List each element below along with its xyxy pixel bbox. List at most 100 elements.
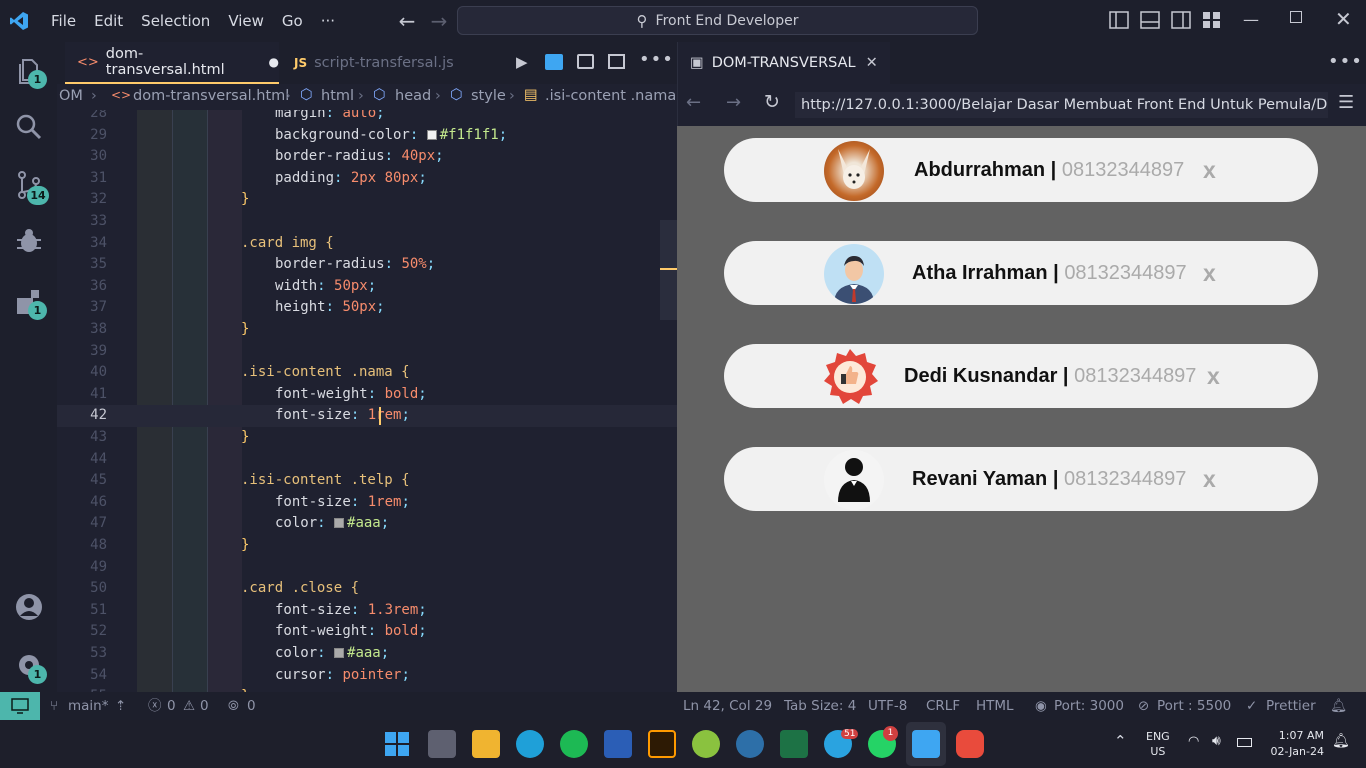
- tab-script-transfersal[interactable]: JS script-transfersal.js: [287, 42, 457, 84]
- more-actions-icon[interactable]: •••: [1328, 51, 1363, 72]
- code-line[interactable]: 43}: [57, 427, 677, 449]
- qgis-icon[interactable]: [692, 730, 720, 758]
- edge-icon[interactable]: [516, 730, 544, 758]
- forward-arrow-icon[interactable]: →: [423, 9, 455, 33]
- browser-back-icon[interactable]: ←: [686, 92, 701, 113]
- code-line[interactable]: 49: [57, 557, 677, 579]
- show-preview-icon[interactable]: [577, 54, 594, 69]
- file-explorer-icon[interactable]: [472, 730, 500, 758]
- close-tab-icon[interactable]: ✕: [866, 55, 878, 71]
- code-line[interactable]: 30 border-radius: 40px;: [57, 146, 677, 168]
- code-line[interactable]: 42 font-size: 1rem;: [57, 405, 677, 427]
- code-line[interactable]: 32}: [57, 189, 677, 211]
- close-button[interactable]: x: [1203, 241, 1216, 305]
- spotify-icon[interactable]: [560, 730, 588, 758]
- code-line[interactable]: 50 .card .close {: [57, 578, 677, 600]
- prettier-status[interactable]: Prettier: [1266, 692, 1316, 720]
- back-arrow-icon[interactable]: ←: [391, 9, 423, 33]
- tab-dom-transversal[interactable]: <> dom-transversal.html ●: [65, 42, 279, 84]
- battery-icon[interactable]: [1237, 738, 1252, 747]
- url-input[interactable]: http://127.0.0.1:3000/Belajar Dasar Memb…: [795, 92, 1328, 118]
- code-line[interactable]: 37 height: 50px;: [57, 297, 677, 319]
- line-ending[interactable]: CRLF: [926, 692, 960, 720]
- code-line[interactable]: 35 border-radius: 50%;: [57, 254, 677, 276]
- ports-count[interactable]: 0: [247, 692, 256, 720]
- start-icon[interactable]: [385, 732, 409, 756]
- tab-size[interactable]: Tab Size: 4: [784, 692, 856, 720]
- accounts-icon[interactable]: [14, 592, 44, 622]
- breadcrumb-html[interactable]: html: [321, 88, 354, 104]
- code-line[interactable]: 29 background-color: #f1f1f1;: [57, 125, 677, 147]
- breadcrumb-selector[interactable]: .isi-content .nama: [545, 88, 676, 104]
- code-line[interactable]: 48}: [57, 535, 677, 557]
- code-line[interactable]: 45 .isi-content .telp {: [57, 470, 677, 492]
- breadcrumb-style[interactable]: style: [471, 88, 506, 104]
- open-preview-icon[interactable]: [545, 54, 563, 70]
- show-hidden-icons-icon[interactable]: ⌃: [1114, 732, 1127, 750]
- server-port[interactable]: Port: 3000: [1054, 692, 1124, 720]
- close-window-icon[interactable]: ✕: [1335, 7, 1352, 31]
- code-line[interactable]: 39: [57, 341, 677, 363]
- code-line[interactable]: 46 font-size: 1rem;: [57, 492, 677, 514]
- code-line[interactable]: 51 font-size: 1.3rem;: [57, 600, 677, 622]
- menu-item[interactable]: Go: [273, 0, 312, 42]
- command-center-search[interactable]: ⚲ Front End Developer: [457, 6, 978, 35]
- remote-indicator[interactable]: [0, 692, 40, 720]
- branch-name[interactable]: main*: [68, 692, 108, 720]
- notifications-icon[interactable]: 🔔︎: [1330, 692, 1347, 720]
- editor-scrollbar[interactable]: [660, 220, 677, 320]
- code-line[interactable]: 36 width: 50px;: [57, 276, 677, 298]
- video-app-icon[interactable]: [956, 730, 984, 758]
- code-line[interactable]: 52 font-weight: bold;: [57, 621, 677, 643]
- run-icon[interactable]: ▶: [516, 53, 528, 71]
- encoding[interactable]: UTF-8: [868, 692, 907, 720]
- code-line[interactable]: 41 font-weight: bold;: [57, 384, 677, 406]
- unsaved-dot-icon[interactable]: ●: [269, 55, 279, 69]
- search-icon[interactable]: [14, 112, 44, 142]
- menu-item[interactable]: Edit: [85, 0, 132, 42]
- code-line[interactable]: 53 color: #aaa;: [57, 643, 677, 665]
- code-line[interactable]: 40 .isi-content .nama {: [57, 362, 677, 384]
- more-actions-icon[interactable]: •••: [639, 49, 674, 70]
- vscode-task-icon[interactable]: [912, 730, 940, 758]
- color-swatch[interactable]: [334, 648, 345, 658]
- reload-icon[interactable]: ↻: [764, 91, 780, 113]
- color-swatch[interactable]: [426, 129, 437, 140]
- cursor-position[interactable]: Ln 42, Col 29: [683, 692, 772, 720]
- minimize-icon[interactable]: —: [1243, 10, 1259, 29]
- browser-forward-icon[interactable]: →: [726, 92, 741, 113]
- warning-count[interactable]: 0: [200, 692, 209, 720]
- clock[interactable]: 1:07 AM 02-Jan-24: [1266, 728, 1324, 760]
- breadcrumb-folder[interactable]: OM: [59, 88, 83, 104]
- toggle-secondary-sidebar-icon[interactable]: [1171, 11, 1191, 29]
- input-language[interactable]: ENG US: [1146, 729, 1170, 759]
- notification-bell-icon[interactable]: 🔔︎: [1332, 733, 1350, 749]
- search-app-icon[interactable]: [736, 730, 764, 758]
- volume-icon[interactable]: 🔊︎: [1212, 733, 1221, 749]
- code-editor[interactable]: 28 margin: auto; 29 background-color: #f1f1…: [57, 110, 677, 692]
- code-line[interactable]: 54 cursor: pointer;: [57, 665, 677, 687]
- menu-item[interactable]: Selection: [132, 0, 219, 42]
- run-debug-icon[interactable]: [14, 226, 44, 256]
- restore-icon[interactable]: [1290, 11, 1302, 23]
- task-view-icon[interactable]: [428, 730, 456, 758]
- excel-icon[interactable]: [780, 730, 808, 758]
- menu-item[interactable]: ···: [312, 0, 344, 42]
- wifi-icon[interactable]: ◠: [1188, 734, 1199, 749]
- code-line[interactable]: 31 padding: 2px 80px;: [57, 168, 677, 190]
- language-mode[interactable]: HTML: [976, 692, 1014, 720]
- customize-layout-icon[interactable]: [1202, 11, 1222, 29]
- menu-item[interactable]: View: [219, 0, 273, 42]
- code-line[interactable]: 28 margin: auto;: [57, 110, 677, 125]
- error-count[interactable]: 0: [167, 692, 176, 720]
- toggle-panel-icon[interactable]: [1140, 11, 1160, 29]
- sync-icon[interactable]: ⇡: [115, 692, 126, 720]
- close-button[interactable]: x: [1203, 447, 1216, 511]
- menu-item[interactable]: File: [42, 0, 85, 42]
- toggle-sidebar-icon[interactable]: [1109, 11, 1129, 29]
- close-button[interactable]: x: [1203, 138, 1216, 202]
- code-line[interactable]: 47 color: #aaa;: [57, 513, 677, 535]
- code-line[interactable]: 38}: [57, 319, 677, 341]
- close-button[interactable]: x: [1207, 344, 1220, 408]
- split-editor-icon[interactable]: [608, 54, 625, 69]
